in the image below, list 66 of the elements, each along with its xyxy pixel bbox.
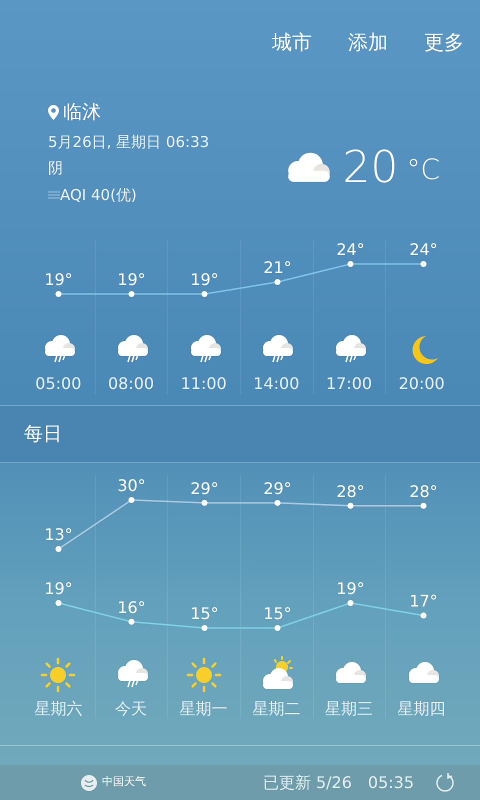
aqi-value: AQI 40(优): [60, 184, 137, 206]
temperature-label: 17°: [409, 592, 438, 610]
temperature-label: 19°: [44, 579, 73, 598]
data-point: [274, 279, 280, 285]
refresh-icon: [434, 772, 456, 794]
date-time: 5月26日, 星期日 06:33: [48, 132, 210, 152]
update-label: 已更新 5/26: [262, 772, 352, 794]
column-label: 今天: [114, 699, 147, 719]
update-time: 05:35: [368, 772, 414, 794]
column-label: 11:00: [180, 374, 227, 394]
data-point: [348, 261, 354, 267]
location-pin-icon: [48, 104, 59, 120]
data-point: [348, 502, 354, 509]
temperature-label: 19°: [117, 270, 146, 289]
data-point: [56, 600, 62, 606]
data-point: [202, 625, 208, 631]
column-label: 17:00: [326, 374, 372, 394]
column-label: 05:00: [35, 374, 82, 394]
logo-text: 中国天气: [102, 774, 146, 790]
column-label: 20:00: [398, 374, 445, 394]
data-point: [56, 546, 62, 552]
column-label: 星期三: [324, 699, 373, 719]
temperature-label: 19°: [336, 579, 365, 598]
temperature-label: 15°: [263, 604, 292, 623]
refresh-button[interactable]: [434, 772, 456, 794]
data-point: [56, 291, 62, 297]
data-point: [128, 291, 134, 297]
column-label: 星期一: [180, 699, 228, 719]
data-point: [202, 500, 208, 506]
temperature-label: 13°: [44, 525, 73, 544]
data-point: [348, 600, 354, 606]
temperature-label: 16°: [117, 598, 146, 617]
air-quality-icon: [48, 190, 60, 200]
logo-icon: [80, 774, 98, 792]
temperature-label: 15°: [190, 604, 219, 623]
menu-button[interactable]: 添加: [348, 28, 388, 56]
temperature-label: 24°: [409, 240, 438, 259]
data-point: [128, 618, 134, 625]
current-temperature: 20: [342, 146, 398, 190]
weather-condition: 阴: [48, 158, 64, 179]
menu-button[interactable]: 城市: [272, 28, 312, 56]
menu-button[interactable]: 更多: [424, 28, 464, 56]
data-point: [202, 291, 208, 297]
temperature-label: 28°: [336, 482, 365, 501]
temperature-label: 29°: [263, 478, 292, 498]
temperature-label: 19°: [190, 270, 219, 289]
data-point: [274, 500, 280, 506]
column-label: 14:00: [253, 374, 300, 394]
temperature-label: 30°: [117, 476, 146, 495]
column-label: 星期二: [252, 699, 300, 719]
data-point: [420, 502, 426, 509]
data-point: [128, 497, 134, 503]
temperature-label: 19°: [44, 270, 73, 289]
data-point: [420, 261, 426, 267]
column-label: 08:00: [108, 374, 154, 394]
temperature-label: 21°: [263, 258, 292, 277]
temperature-label: 28°: [409, 482, 438, 501]
city-name: 临沭: [63, 100, 101, 125]
column-label: 星期六: [34, 699, 82, 719]
temperature-unit: °C: [406, 156, 440, 184]
temperature-label: 29°: [190, 478, 219, 498]
data-point: [274, 625, 280, 631]
column-label: 星期四: [398, 699, 446, 719]
temperature-label: 24°: [336, 240, 365, 259]
section-title: 每日: [24, 422, 62, 447]
data-point: [420, 612, 426, 618]
